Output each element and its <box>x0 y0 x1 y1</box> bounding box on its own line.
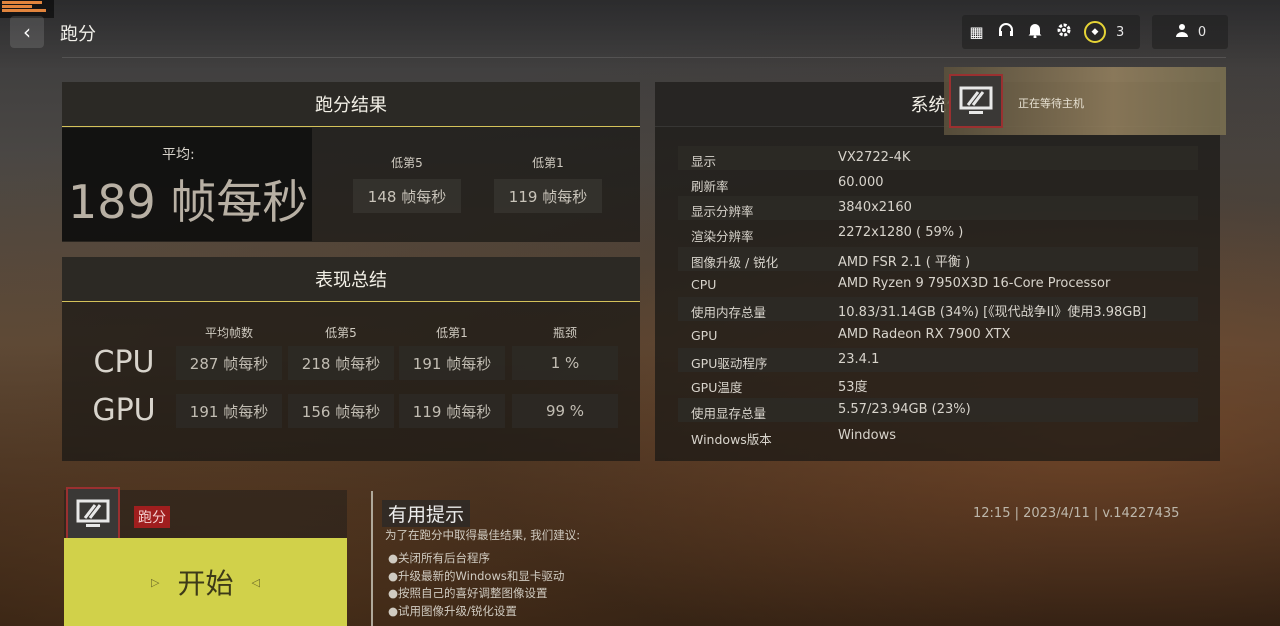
average-value: 189 帧每秒 <box>68 175 309 229</box>
summary-cell: 287 帧每秒 <box>176 346 282 380</box>
sys-key: 显示分辨率 <box>691 204 754 219</box>
footer-info: 12:15 | 2023/4/11 | v.14227435 <box>973 506 1180 521</box>
sys-key: 刷新率 <box>691 179 729 194</box>
arrow-left-icon: ◁ <box>251 575 260 589</box>
sys-value: 5.57/23.94GB (23%) <box>838 402 971 417</box>
sys-value: AMD Radeon RX 7900 XTX <box>838 327 1011 342</box>
summary-cell: 191 帧每秒 <box>176 394 282 428</box>
sys-row: 使用内存总量 10.83/31.14GB (34%) [《现代战争II》使用3.9… <box>678 297 1198 321</box>
low1-label: 低第1 <box>532 156 564 170</box>
low1-value: 119 帧每秒 <box>494 179 602 213</box>
sys-row: Windows版本 Windows <box>678 424 1198 448</box>
sys-value: 10.83/31.14GB (34%) [《现代战争II》使用3.98GB] <box>838 305 1147 320</box>
sys-value: AMD FSR 2.1 ( 平衡 ) <box>838 255 971 270</box>
headset-icon[interactable] <box>991 22 1020 42</box>
summary-row-gpu-label: GPU <box>92 393 156 428</box>
sys-value: AMD Ryzen 9 7950X3D 16-Core Processor <box>838 276 1111 291</box>
low1-stat: 低第1 119 帧每秒 <box>494 154 602 213</box>
sys-row: 图像升级 / 锐化 AMD FSR 2.1 ( 平衡 ) <box>678 247 1198 271</box>
host-status-text: 正在等待主机 <box>1018 97 1084 110</box>
summary-col-avg: 平均帧数 <box>204 326 253 340</box>
sys-row: GPU AMD Radeon RX 7900 XTX <box>678 323 1198 347</box>
summary-panel-title: 表现总结 <box>62 257 640 302</box>
monitor-icon <box>66 487 120 541</box>
sys-row: 渲染分辨率 2272x1280 ( 59% ) <box>678 221 1198 245</box>
sys-key: 图像升级 / 锐化 <box>691 255 779 270</box>
sys-row: 显示 VX2722-4K <box>678 146 1198 170</box>
summary-col-low5: 低第5 <box>325 326 357 340</box>
sys-key: GPU <box>691 328 718 343</box>
sys-value: 60.000 <box>838 175 884 190</box>
tips-subtitle: 为了在跑分中取得最佳结果, 我们建议: <box>385 528 581 542</box>
low5-stat: 低第5 148 帧每秒 <box>353 154 461 213</box>
tips-title: 有用提示 <box>382 500 471 527</box>
sys-key: CPU <box>691 277 717 292</box>
sys-key: GPU驱动程序 <box>691 356 768 371</box>
back-button[interactable]: ‹ <box>10 16 44 48</box>
summary-cell: 191 帧每秒 <box>399 346 505 380</box>
sys-key: 使用显存总量 <box>691 406 767 421</box>
sys-key: 渲染分辨率 <box>691 229 754 244</box>
sys-row: GPU温度 53度 <box>678 372 1198 396</box>
page-title: 跑分 <box>60 24 96 45</box>
summary-cell: 1 % <box>512 346 618 380</box>
sys-key: 使用内存总量 <box>691 305 767 320</box>
sys-value: VX2722-4K <box>838 150 911 165</box>
sys-row: GPU驱动程序 23.4.1 <box>678 348 1198 372</box>
summary-row-cpu-label: CPU <box>93 345 155 380</box>
host-status-card[interactable]: 正在等待主机 <box>944 67 1226 135</box>
sys-row: 刷新率 60.000 <box>678 171 1198 195</box>
low5-label: 低第5 <box>391 156 423 170</box>
tips-item: ●按照自己的喜好调整图像设置 <box>388 586 548 600</box>
score-panel: 跑分结果 平均: 189 帧每秒 低第5 148 帧每秒 低第1 119 帧每秒 <box>62 82 640 242</box>
summary-cell: 119 帧每秒 <box>399 394 505 428</box>
tips-divider <box>371 491 373 626</box>
sys-value: 3840x2160 <box>838 200 912 215</box>
sys-value: 23.4.1 <box>838 352 880 367</box>
sys-row: 使用显存总量 5.57/23.94GB (23%) <box>678 398 1198 422</box>
sys-row: CPU AMD Ryzen 9 7950X3D 16-Core Processor <box>678 272 1198 296</box>
summary-cell: 99 % <box>512 394 618 428</box>
monitor-icon <box>949 74 1003 128</box>
average-label: 平均: <box>162 147 195 163</box>
sys-key: Windows版本 <box>691 432 772 447</box>
sys-key: 显示 <box>691 154 717 169</box>
tips-item: ●关闭所有后台程序 <box>388 551 491 565</box>
header-divider <box>62 57 1226 58</box>
benchmark-tag: 跑分 <box>134 506 170 528</box>
average-score-box: 平均: 189 帧每秒 <box>62 128 312 241</box>
low5-value: 148 帧每秒 <box>353 179 461 213</box>
grid-icon[interactable]: ▦ <box>962 23 991 41</box>
summary-cell: 218 帧每秒 <box>288 346 394 380</box>
friends-button[interactable]: 0 <box>1152 15 1228 49</box>
friends-count: 0 <box>1197 24 1207 40</box>
sys-value: Windows <box>838 428 897 443</box>
summary-col-low1: 低第1 <box>436 326 468 340</box>
sys-key: GPU温度 <box>691 380 743 395</box>
top-toolbar: ▦ ◆ 3 <box>962 15 1140 49</box>
sys-row: 显示分辨率 3840x2160 <box>678 196 1198 220</box>
summary-cell: 156 帧每秒 <box>288 394 394 428</box>
start-button[interactable]: ▷ 开始 ◁ <box>64 538 347 626</box>
sys-value: 53度 <box>838 380 868 395</box>
bell-icon[interactable] <box>1020 22 1049 42</box>
friends-icon <box>1174 22 1190 42</box>
level-count: 3 <box>1116 24 1125 40</box>
tips-item: ●试用图像升级/锐化设置 <box>388 604 517 618</box>
sys-value: 2272x1280 ( 59% ) <box>838 225 964 240</box>
summary-col-bottleneck: 瓶颈 <box>552 326 577 340</box>
gear-icon[interactable] <box>1049 22 1078 42</box>
arrow-right-icon: ▷ <box>151 575 160 589</box>
score-panel-title: 跑分结果 <box>62 82 640 127</box>
level-ring-icon[interactable]: ◆ <box>1084 21 1106 43</box>
start-button-label: 开始 <box>177 567 234 600</box>
tips-item: ●升级最新的Windows和显卡驱动 <box>388 569 565 583</box>
